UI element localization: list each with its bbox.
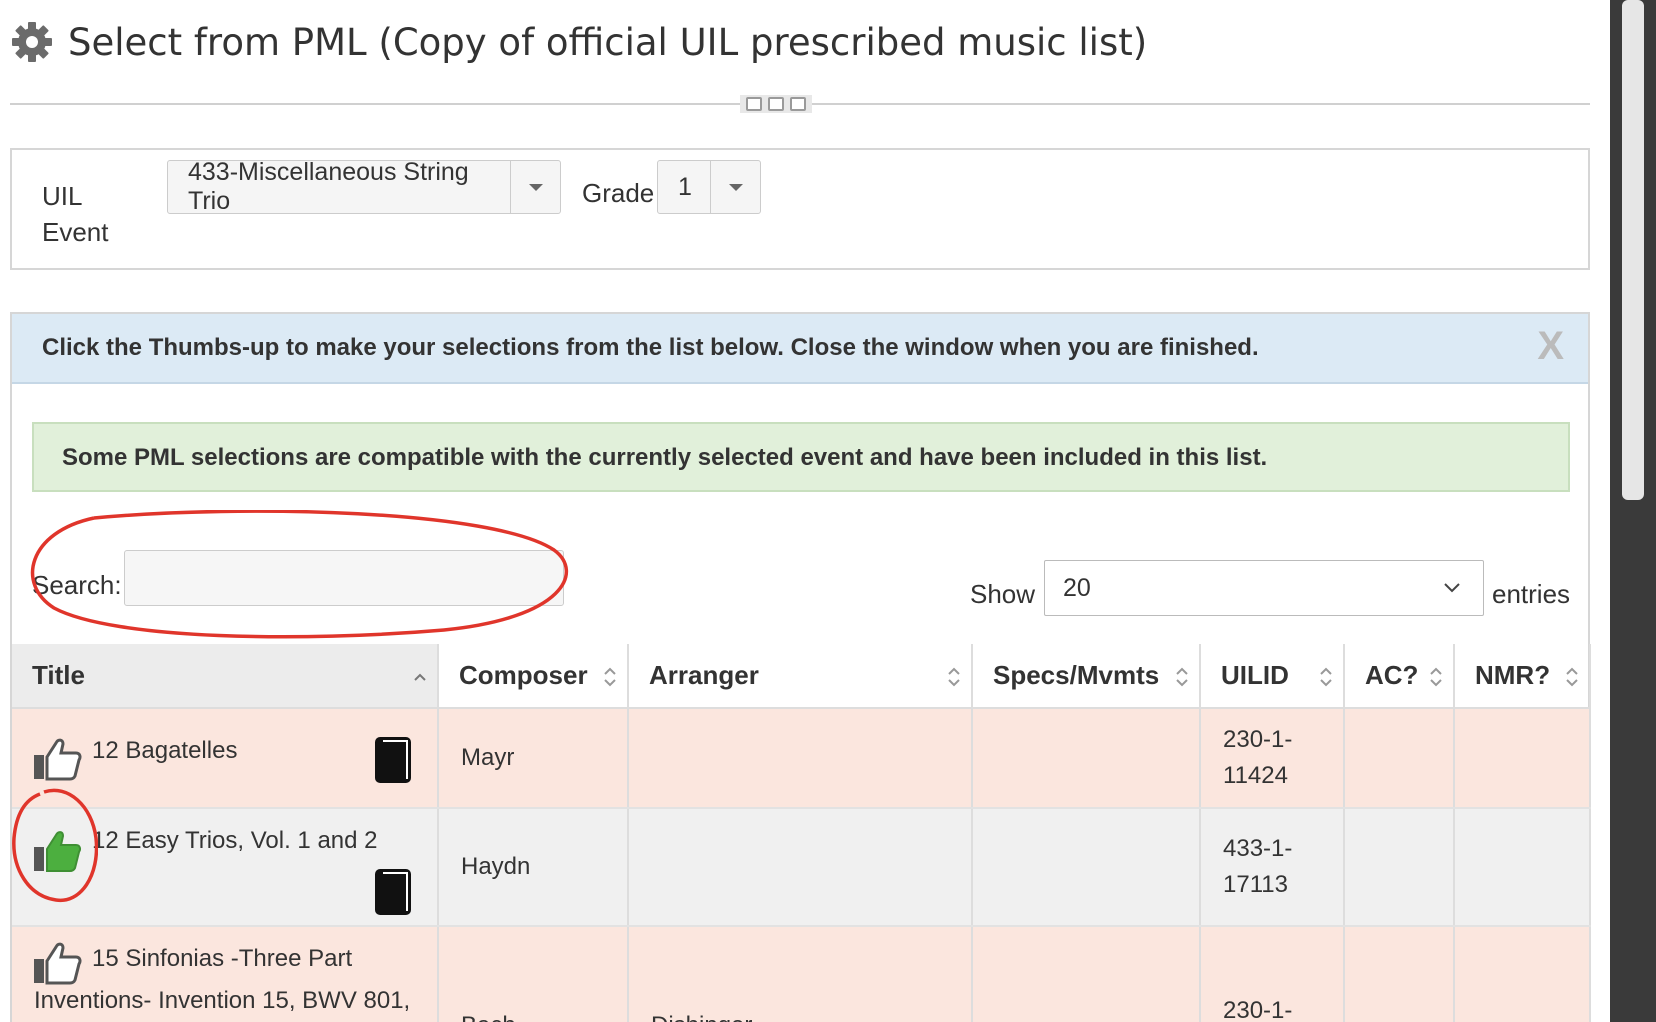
table-row: 12 Bagatelles Mayr 230-1- 11424 xyxy=(12,708,1591,809)
sort-both-icon xyxy=(1176,667,1188,687)
annotation-circle-thumbs-up xyxy=(12,788,98,903)
show-label: Show xyxy=(970,579,1036,609)
book-icon[interactable] xyxy=(371,735,415,785)
info-alert-text: Click the Thumbs-up to make your selecti… xyxy=(42,334,1259,361)
column-header-ac[interactable]: AC? xyxy=(1344,644,1455,709)
sort-both-icon xyxy=(604,667,616,687)
uilid-cell: 230-1- xyxy=(1200,926,1345,1022)
column-header-title[interactable]: Title xyxy=(12,644,439,709)
thumbs-up-icon[interactable] xyxy=(32,939,82,985)
composer-cell: Haydn xyxy=(438,808,629,927)
arranger-cell xyxy=(628,708,973,809)
arranger-cell: Dishinger xyxy=(628,926,973,1022)
sort-both-icon xyxy=(948,667,960,687)
arranger-cell xyxy=(628,808,973,927)
row-title: 12 Bagatelles xyxy=(92,737,238,764)
entries-per-page-select[interactable]: 20 xyxy=(1044,560,1484,616)
results-table: Title Composer Arranger Specs/Mvmts UILI… xyxy=(12,644,1591,1022)
success-alert-text: Some PML selections are compatible with … xyxy=(62,444,1268,471)
grade-select[interactable]: 1 xyxy=(657,160,761,214)
row-title: 15 Sinfonias -Three Part xyxy=(92,945,353,972)
table-row: 15 Sinfonias -Three Part Inventions- Inv… xyxy=(12,926,1591,1022)
dialog-header: Select from PML (Copy of official UIL pr… xyxy=(10,14,1147,70)
dialog-title: Select from PML (Copy of official UIL pr… xyxy=(68,20,1148,64)
filter-panel: UIL Event 433-Miscellaneous String Trio … xyxy=(10,148,1590,270)
uil-event-value: 433-Miscellaneous String Trio xyxy=(188,158,469,215)
info-alert: Click the Thumbs-up to make your selecti… xyxy=(12,314,1588,384)
composer-cell: Mayr xyxy=(438,708,629,809)
uilid-cell: 433-1- 17113 xyxy=(1200,808,1345,927)
success-alert: Some PML selections are compatible with … xyxy=(32,422,1570,492)
gear-icon[interactable] xyxy=(10,20,54,64)
grade-label: Grade xyxy=(582,178,655,208)
specs-cell xyxy=(972,708,1201,809)
uilid-cell: 230-1- 11424 xyxy=(1200,708,1345,809)
table-row: 12 Easy Trios, Vol. 1 and 2 Haydn 433-1-… xyxy=(12,808,1591,927)
uilid-part: 230-1- xyxy=(1223,726,1293,753)
ac-cell xyxy=(1344,926,1455,1022)
sort-both-icon xyxy=(1566,667,1578,687)
sort-both-icon xyxy=(1320,667,1332,687)
specs-cell xyxy=(972,926,1201,1022)
ac-cell xyxy=(1344,808,1455,927)
column-header-arranger[interactable]: Arranger xyxy=(628,644,973,709)
resize-grip-icon[interactable] xyxy=(740,95,812,113)
entries-label: entries xyxy=(1492,579,1571,609)
uilid-part: 11424 xyxy=(1223,762,1288,789)
column-header-specs[interactable]: Specs/Mvmts xyxy=(972,644,1201,709)
column-header-nmr[interactable]: NMR? xyxy=(1454,644,1591,709)
grade-dropdown-toggle[interactable] xyxy=(710,161,760,213)
nmr-cell xyxy=(1454,708,1591,809)
annotation-circle-search xyxy=(30,510,569,639)
row-title-continued: Inventions- Invention 15, BWV 801, xyxy=(34,987,411,1014)
sort-both-icon xyxy=(1430,667,1442,687)
uil-event-select[interactable]: 433-Miscellaneous String Trio xyxy=(167,158,561,215)
uilid-part: 433-1- xyxy=(1223,835,1293,862)
title-cell: 15 Sinfonias -Three Part Inventions- Inv… xyxy=(12,926,439,1022)
nmr-cell xyxy=(1454,808,1591,927)
column-header-composer[interactable]: Composer xyxy=(438,644,629,709)
close-alert-button[interactable]: X xyxy=(1537,324,1564,369)
background-window-edge xyxy=(1610,0,1656,1022)
chevron-down-icon xyxy=(1443,577,1483,600)
scrollbar-thumb[interactable] xyxy=(1622,0,1644,500)
column-header-uilid[interactable]: UILID xyxy=(1200,644,1345,709)
sort-ascending-icon xyxy=(414,673,426,681)
pml-dialog: Select from PML (Copy of official UIL pr… xyxy=(0,0,1610,1022)
uilid-part: 230-1- xyxy=(1223,997,1293,1022)
table-header-row: Title Composer Arranger Specs/Mvmts UILI… xyxy=(12,644,1591,709)
entries-per-page-value: 20 xyxy=(1063,573,1091,602)
caret-down-icon xyxy=(528,183,543,191)
uil-event-label: UIL Event xyxy=(42,181,109,247)
nmr-cell xyxy=(1454,926,1591,1022)
book-icon[interactable] xyxy=(371,867,415,917)
grade-value: 1 xyxy=(678,172,692,201)
uil-event-dropdown-toggle[interactable] xyxy=(510,161,560,213)
composer-cell: Bach xyxy=(438,926,629,1022)
ac-cell xyxy=(1344,708,1455,809)
results-panel: Click the Thumbs-up to make your selecti… xyxy=(10,312,1591,1022)
uilid-part: 17113 xyxy=(1223,871,1288,898)
row-title: 12 Easy Trios, Vol. 1 and 2 xyxy=(92,827,378,854)
caret-down-icon xyxy=(728,183,743,191)
thumbs-up-icon[interactable] xyxy=(32,735,82,781)
specs-cell xyxy=(972,808,1201,927)
